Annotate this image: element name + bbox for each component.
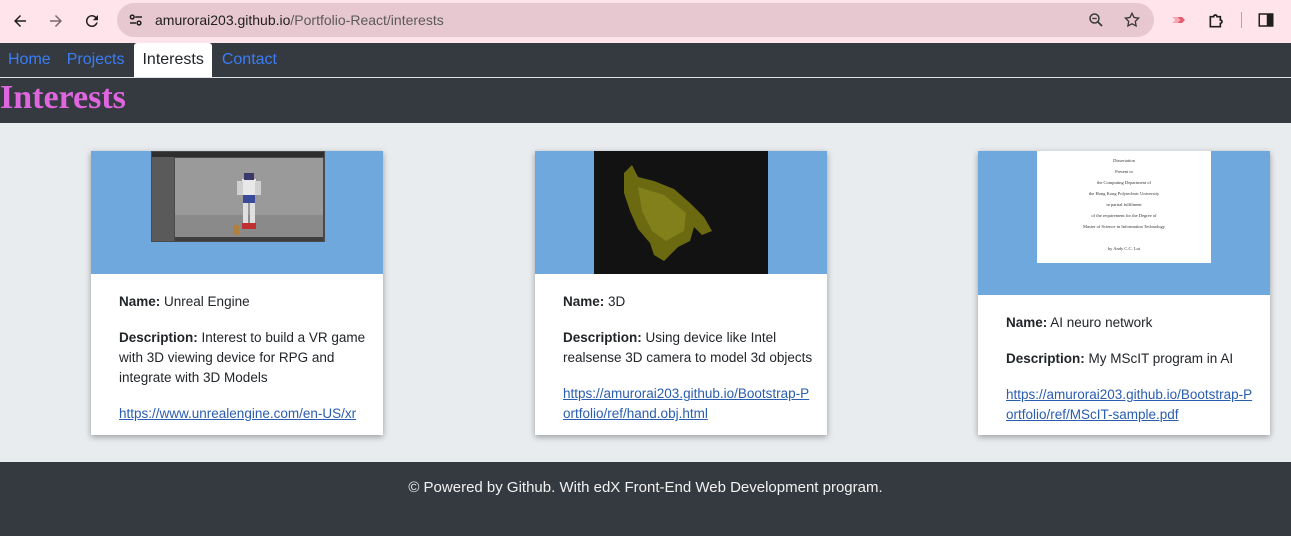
unreal-engine-screenshot	[151, 151, 325, 242]
name-label: Name:	[119, 294, 161, 309]
card-link[interactable]: https://amurorai203.github.io/Bootstrap-…	[1006, 387, 1252, 422]
doc-line: the Hong Kong Polytechnic University	[1088, 191, 1160, 196]
tab-home[interactable]: Home	[0, 43, 59, 77]
card-link[interactable]: https://amurorai203.github.io/Bootstrap-…	[563, 386, 809, 421]
card-body: Name: AI neuro network Description: My M…	[1006, 313, 1256, 441]
doc-line: Master of Science in Information Technol…	[1083, 224, 1165, 229]
footer: © Powered by Github. With edX Front-End …	[0, 462, 1291, 536]
description-label: Description:	[1006, 351, 1085, 366]
card-body: Name: 3D Description: Using device like …	[563, 292, 813, 440]
browser-toolbar: amurorai203.github.io/Portfolio-React/in…	[0, 0, 1291, 43]
back-arrow-icon	[14, 15, 26, 27]
card-name-row: Name: 3D	[563, 292, 813, 312]
card-image-area	[91, 151, 383, 274]
page-title: Interests	[0, 79, 126, 116]
card-description-row: Description: Using device like Intel rea…	[563, 328, 813, 368]
reload-icon	[85, 15, 98, 28]
forward-button[interactable]	[38, 3, 74, 39]
tab-interests[interactable]: Interests	[134, 43, 212, 77]
footer-text: © Powered by Github. With edX Front-End …	[408, 479, 883, 496]
card-body: Name: Unreal Engine Description: Interes…	[119, 292, 369, 440]
doc-line: Dissertation	[1113, 158, 1135, 163]
card-description: My MScIT program in AI	[1088, 351, 1234, 366]
description-label: Description:	[563, 330, 642, 345]
card-name-row: Name: Unreal Engine	[119, 292, 369, 312]
name-label: Name:	[1006, 315, 1048, 330]
interest-card: Name: Unreal Engine Description: Interes…	[91, 151, 383, 435]
doc-line: Present to	[1115, 169, 1133, 174]
interest-card: Name: 3D Description: Using device like …	[535, 151, 827, 435]
url-text: amurorai203.github.io/Portfolio-React/in…	[155, 12, 444, 28]
card-description-row: Description: My MScIT program in AI	[1006, 349, 1256, 369]
toolbar-separator	[1241, 12, 1242, 28]
card-image-area: Dissertation Present to the Computing De…	[978, 151, 1270, 295]
name-label: Name:	[563, 294, 605, 309]
bookmark-star-icon[interactable]	[1120, 8, 1144, 32]
app-header: Home Projects Interests Contact Interest…	[0, 43, 1291, 123]
reload-button[interactable]	[74, 3, 110, 39]
card-name: AI neuro network	[1050, 315, 1153, 330]
tab-contact[interactable]: Contact	[214, 43, 285, 77]
card-name: Unreal Engine	[164, 294, 250, 309]
3d-hand-model-image	[594, 151, 768, 274]
address-bar[interactable]: amurorai203.github.io/Portfolio-React/in…	[117, 3, 1154, 37]
doc-line: the Computing Department of	[1096, 180, 1152, 185]
url-host: amurorai203.github.io	[155, 12, 291, 28]
tab-projects[interactable]: Projects	[59, 43, 133, 77]
interest-card: Dissertation Present to the Computing De…	[978, 151, 1270, 435]
doc-line: by Andy C.C. Lui	[1107, 246, 1141, 251]
zoom-icon[interactable]	[1084, 8, 1108, 32]
doc-line: in partial fulfilment	[1106, 202, 1142, 207]
card-name-row: Name: AI neuro network	[1006, 313, 1256, 333]
nav-tabs: Home Projects Interests Contact	[0, 43, 285, 77]
back-button[interactable]	[2, 3, 38, 39]
url-path: /Portfolio-React/interests	[290, 12, 444, 28]
dissertation-cover-image: Dissertation Present to the Computing De…	[1037, 151, 1211, 263]
extension-icon[interactable]	[1165, 6, 1193, 34]
forward-arrow-icon	[50, 15, 62, 27]
card-name: 3D	[608, 294, 626, 309]
extensions-puzzle-icon[interactable]	[1203, 6, 1231, 34]
doc-line: of the requirement for the Degree of	[1091, 213, 1157, 218]
description-label: Description:	[119, 330, 198, 345]
side-panel-icon[interactable]	[1252, 6, 1280, 34]
card-image-area	[535, 151, 827, 274]
tab-divider	[0, 77, 1291, 78]
card-description-row: Description: Interest to build a VR game…	[119, 328, 369, 388]
card-link[interactable]: https://www.unrealengine.com/en-US/xr	[119, 406, 356, 421]
site-info-icon[interactable]	[121, 5, 151, 35]
